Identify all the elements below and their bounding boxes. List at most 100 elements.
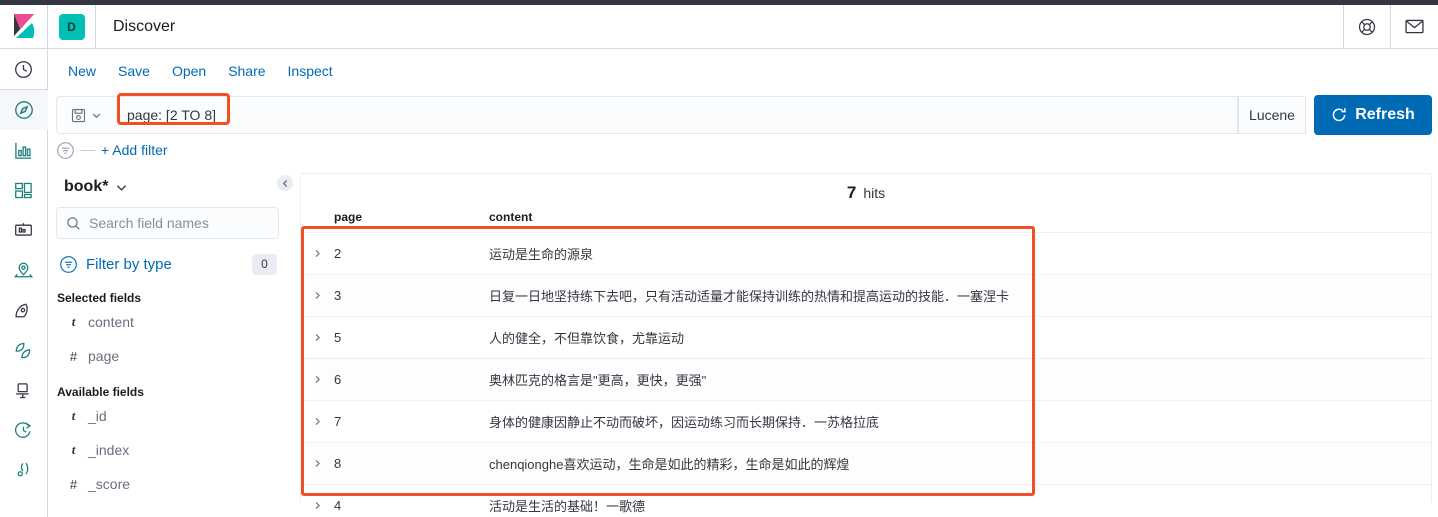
field-item-_index[interactable]: t _index — [56, 433, 283, 467]
chevron-left-icon — [281, 179, 290, 188]
filter-funnel-icon — [59, 255, 78, 274]
sidebar-item-machine-learning[interactable] — [0, 290, 48, 330]
filter-separator — [81, 149, 95, 151]
refresh-button[interactable]: Refresh — [1314, 95, 1432, 135]
save-floppy-icon — [71, 108, 86, 123]
chevron-down-icon — [115, 181, 128, 194]
selected-fields-heading: Selected fields — [57, 291, 142, 305]
graph-leaf-icon — [14, 341, 33, 360]
top-nav-inspect[interactable]: Inspect — [277, 64, 344, 78]
saved-query-button[interactable] — [56, 96, 115, 134]
field-name-label: content — [88, 314, 134, 330]
refresh-icon — [1331, 107, 1347, 123]
sidebar-item-graph[interactable] — [0, 330, 48, 370]
table-row[interactable]: 4 活动是生活的基础！一歌德 — [301, 484, 1431, 517]
field-type-string-icon: t — [71, 442, 76, 457]
machine-learning-icon — [14, 301, 33, 320]
discover-results-panel: 7 hits page content 2 运动是生命的源泉 3 日复一日地坚持… — [300, 173, 1432, 517]
cell-page: 8 — [334, 442, 489, 485]
table-row[interactable]: 6 奥林匹克的格言是"更高，更快，更强" — [301, 358, 1431, 401]
field-name-label: _id — [88, 408, 107, 424]
table-row[interactable]: 3 日复一日地坚持练下去吧，只有活动适量才能保持训练的热情和提高运动的技能．一塞… — [301, 274, 1431, 317]
field-item-_score[interactable]: # _score — [56, 467, 283, 501]
table-row[interactable]: 2 运动是生命的源泉 — [301, 232, 1431, 275]
chevron-right-icon — [310, 373, 324, 387]
field-item-_id[interactable]: t _id — [56, 399, 283, 433]
expand-row-button[interactable] — [301, 484, 334, 517]
query-input-container[interactable] — [115, 96, 1238, 134]
top-nav-open[interactable]: Open — [161, 64, 217, 78]
field-item-content[interactable]: t content — [56, 305, 283, 339]
cell-content: 运动是生命的源泉 — [489, 232, 1431, 275]
query-input[interactable] — [121, 103, 421, 127]
expand-row-button[interactable] — [301, 274, 334, 317]
top-nav-new[interactable]: New — [57, 64, 107, 78]
filter-funnel-icon[interactable] — [56, 141, 75, 160]
documents-table-body: 2 运动是生命的源泉 3 日复一日地坚持练下去吧，只有活动适量才能保持训练的热情… — [301, 232, 1431, 517]
sidebar-item-maps[interactable] — [0, 250, 48, 290]
filter-by-type-label: Filter by type — [86, 255, 172, 273]
top-nav-share[interactable]: Share — [217, 64, 276, 78]
cell-page: 2 — [334, 232, 489, 275]
kibana-discover-page: D Discover New Save Open Share Inspect p… — [0, 0, 1438, 517]
sidebar-item-dashboard[interactable] — [0, 170, 48, 210]
column-header-page[interactable]: page — [334, 206, 489, 233]
sidebar-item-visualize[interactable] — [0, 130, 48, 170]
help-lifebuoy-icon[interactable] — [1344, 5, 1391, 48]
cell-content: 身体的健康因静止不动而破坏，因运动练习而长期保持．一苏格拉底 — [489, 400, 1431, 443]
cell-content: 奥林匹克的格言是"更高，更快，更强" — [489, 358, 1431, 401]
field-name-label: _score — [88, 476, 131, 492]
field-name-label: _index — [88, 442, 130, 458]
field-item-page[interactable]: # page — [56, 339, 283, 373]
dashboard-grid-icon — [14, 181, 33, 200]
collapse-sidebar-button[interactable] — [277, 175, 293, 191]
filter-bar: + Add filter — [48, 136, 1438, 164]
sidebar-item-uptime[interactable] — [0, 410, 48, 450]
cell-content: 日复一日地坚持练下去吧，只有活动适量才能保持训练的热情和提高运动的技能．一塞涅卡 — [489, 274, 1431, 317]
cell-content: 活动是生活的基础！一歌德 — [489, 484, 1431, 517]
sidebar-item-metrics[interactable] — [0, 370, 48, 410]
hits-counter: 7 hits — [301, 174, 1431, 206]
table-row[interactable]: 8 chenqionghe喜欢运动，生命是如此的精彩，生命是如此的辉煌 — [301, 442, 1431, 485]
sidebar-item-recently-viewed[interactable] — [0, 49, 48, 90]
chevron-right-icon — [310, 499, 324, 513]
cell-page: 6 — [334, 358, 489, 401]
search-icon — [66, 216, 81, 231]
kibana-logo-icon[interactable] — [0, 5, 48, 48]
sidebar-item-discover[interactable] — [0, 90, 48, 130]
field-type-string-icon: t — [71, 314, 76, 329]
column-header-toggle — [301, 206, 334, 233]
space-selector-button[interactable]: D — [48, 5, 96, 48]
discover-field-sidebar: book* Search field names Filter by type … — [48, 168, 291, 517]
expand-row-button[interactable] — [301, 442, 334, 485]
column-header-content[interactable]: content — [489, 206, 1431, 233]
chevron-right-icon — [310, 289, 324, 303]
expand-row-button[interactable] — [301, 316, 334, 359]
table-row[interactable]: 7 身体的健康因静止不动而破坏，因运动练习而长期保持．一苏格拉底 — [301, 400, 1431, 443]
add-filter-button[interactable]: + Add filter — [101, 142, 168, 158]
table-row[interactable]: 5 人的健全，不但靠饮食，尤靠运动 — [301, 316, 1431, 359]
primary-side-nav — [0, 49, 48, 517]
expand-row-button[interactable] — [301, 358, 334, 401]
field-name-label: page — [88, 348, 120, 364]
chevron-down-icon — [91, 110, 102, 121]
field-search-container[interactable] — [56, 207, 279, 239]
search-field-names-input[interactable] — [89, 215, 261, 231]
refresh-button-label: Refresh — [1355, 106, 1415, 123]
space-badge: D — [58, 13, 85, 40]
top-nav-save[interactable]: Save — [107, 64, 161, 78]
index-pattern-label: book* — [64, 178, 109, 195]
cell-page: 5 — [334, 316, 489, 359]
query-language-switcher[interactable]: Lucene — [1238, 96, 1306, 134]
index-pattern-selector[interactable]: book* — [56, 176, 283, 196]
chevron-right-icon — [310, 247, 324, 261]
sidebar-item-apm[interactable] — [0, 450, 48, 490]
expand-row-button[interactable] — [301, 400, 334, 443]
sidebar-item-canvas[interactable] — [0, 210, 48, 250]
filter-by-type-button[interactable]: Filter by type 0 — [56, 249, 279, 279]
expand-row-button[interactable] — [301, 232, 334, 275]
table-header-row: page content — [301, 206, 1431, 233]
available-fields-heading: Available fields — [57, 385, 144, 399]
discover-compass-icon — [14, 100, 34, 120]
mail-envelope-icon[interactable] — [1391, 5, 1438, 48]
